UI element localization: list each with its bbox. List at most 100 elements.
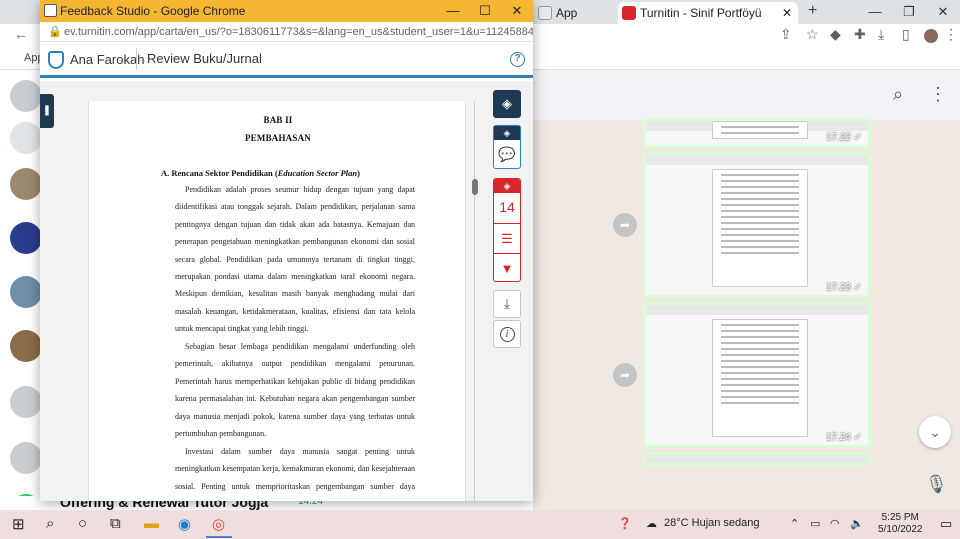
microphone-icon[interactable]: 🎙	[925, 474, 948, 495]
paragraph: Sebagian besar lembaga pendidikan mengal…	[175, 342, 415, 439]
search-icon[interactable]: ⌕	[46, 515, 54, 532]
similarity-score-button[interactable]: 14	[494, 193, 520, 223]
avatar[interactable]	[10, 222, 42, 254]
page-icon	[44, 4, 57, 17]
search-icon[interactable]: ⌕	[893, 84, 903, 105]
wifi-icon[interactable]: ◠	[830, 517, 840, 530]
assignment-title: Review Buku/Jurnal	[147, 51, 262, 66]
active-app-indicator	[206, 536, 232, 538]
screenshot-thumbnail	[646, 455, 868, 463]
windows-start-icon[interactable]: ⊞	[12, 515, 25, 533]
weather-icon[interactable]: ☁	[646, 517, 657, 530]
document-viewer: ❚ BAB II PEMBAHASAN A. Rencana Sektor Pe…	[40, 81, 533, 501]
avatar[interactable]	[10, 168, 42, 200]
maximize-icon[interactable]: ❐	[892, 0, 926, 24]
bookmark-apps[interactable]: App	[0, 52, 44, 64]
cortana-icon[interactable]: ○	[78, 515, 87, 532]
layers-icon: ◈	[494, 126, 520, 140]
puzzle-icon[interactable]: ✚	[854, 26, 866, 43]
side-panel-handle-icon[interactable]: ❚	[40, 94, 54, 128]
apps-icon	[538, 6, 552, 20]
network-icon[interactable]: ▭	[810, 517, 820, 530]
avatar[interactable]	[10, 276, 42, 308]
menu-kebab-icon[interactable]: ⋮	[929, 84, 947, 105]
download-icon: ⤓	[504, 296, 510, 311]
tab-turnitin[interactable]: Turnitin - Sinif Portföyü ✕	[618, 2, 798, 24]
layers-button[interactable]: ◈	[493, 90, 521, 118]
extension-icon[interactable]: ◆	[830, 26, 841, 43]
window-title-bar[interactable]: Feedback Studio - Google Chrome — ☐ ✕	[40, 0, 533, 22]
back-arrow-icon[interactable]: ←	[14, 26, 28, 42]
show-hidden-icons-icon[interactable]: ⌃	[790, 517, 799, 530]
avatar[interactable]	[10, 442, 42, 474]
windows-taskbar: ⊞ ⌕ ○ ⧉ ▬ ◉ ◎ ❓ ☁ 28°C Hujan sedang ⌃ ▭ …	[0, 510, 960, 539]
forward-icon[interactable]: ➦	[613, 213, 637, 237]
system-clock[interactable]: 5:25 PM 5/10/2022	[878, 512, 923, 536]
scroll-down-button[interactable]: ⌄	[919, 416, 951, 448]
comment-bubble-icon: 💬	[498, 146, 516, 162]
weather-text[interactable]: 28°C Hujan sedang	[664, 517, 760, 529]
chat-list-sidebar	[0, 70, 42, 526]
avatar[interactable]	[10, 330, 42, 362]
chat-header: ⌕ ⋮	[533, 70, 960, 120]
info-icon: i	[499, 327, 515, 342]
close-tab-icon[interactable]: ✕	[782, 2, 792, 24]
comment-button[interactable]: 💬	[494, 140, 520, 168]
close-icon[interactable]: ✕	[926, 0, 960, 24]
minimize-icon[interactable]: —	[437, 0, 469, 22]
tab-label: Turnitin - Sinif Portföyü	[640, 6, 762, 20]
header-divider	[136, 48, 137, 70]
image-message[interactable]: 17.22 ✓	[643, 118, 871, 148]
menu-kebab-icon[interactable]: ⋮	[944, 26, 958, 43]
message-time: 17.22 ✓	[825, 132, 862, 143]
file-explorer-icon[interactable]: ▬	[144, 515, 159, 532]
similarity-group: ◈ 14 ☰ ▼	[493, 178, 521, 282]
volume-icon[interactable]: 🔈	[850, 517, 864, 530]
help-icon[interactable]: ?	[510, 52, 525, 67]
download-button[interactable]: ⤓	[493, 290, 521, 318]
info-button[interactable]: i	[493, 320, 521, 348]
url-text[interactable]: ev.turnitin.com/app/carta/en_us/?o=18306…	[64, 26, 533, 38]
avatar[interactable]	[10, 80, 42, 112]
section-heading-text: A. Rencana Sektor Pendidikan (	[161, 168, 278, 178]
avatar[interactable]	[10, 386, 42, 418]
section-heading-italic: Education Sector Plan	[277, 168, 358, 178]
tab-label: App	[556, 6, 578, 20]
edge-browser-icon[interactable]: ◉	[178, 515, 191, 533]
match-overview-button[interactable]: ☰	[494, 223, 520, 253]
image-message[interactable]: 17.24 ✓	[643, 302, 871, 448]
document-preview	[712, 121, 808, 139]
close-icon[interactable]: ✕	[501, 0, 533, 22]
share-icon[interactable]: ⇪	[780, 26, 792, 43]
notifications-icon[interactable]: ▭	[940, 516, 952, 532]
help-icon[interactable]: ❓	[618, 517, 632, 530]
user-name: Ana Farokah	[70, 52, 145, 67]
message-time: 17.23 ✓	[825, 282, 862, 293]
clock-time: 5:25 PM	[881, 512, 919, 523]
image-message[interactable]: 17.23 ✓	[643, 152, 871, 298]
chat-conversation-panel: ⌕ ⋮ 17.22 ✓ ➦ 17.23 ✓ ➦ 17.24 ✓ ⌄ 🎙	[533, 70, 960, 510]
download-icon[interactable]: ⤓	[878, 26, 884, 43]
scroll-thumb[interactable]	[472, 179, 478, 195]
document-preview	[712, 169, 808, 287]
filter-button[interactable]: ▼	[494, 253, 520, 281]
sidepanel-icon[interactable]: ▯	[902, 26, 910, 43]
address-bar[interactable]: 🔒 ev.turnitin.com/app/carta/en_us/?o=183…	[40, 22, 533, 42]
minimize-icon[interactable]: —	[858, 0, 892, 24]
search-icon[interactable]	[10, 122, 42, 154]
section-heading: A. Rencana Sektor Pendidikan (Education …	[161, 168, 360, 178]
chrome-browser-icon[interactable]: ◎	[212, 515, 225, 533]
tab-app[interactable]: App	[534, 2, 594, 24]
chapter-title: PEMBAHASAN	[244, 133, 311, 143]
lock-icon: 🔒	[48, 26, 62, 38]
turnitin-header: Ana Farokah Review Buku/Jurnal ?	[40, 42, 533, 78]
maximize-icon[interactable]: ☐	[469, 0, 501, 22]
profile-avatar-icon[interactable]	[924, 29, 938, 43]
forward-icon[interactable]: ➦	[613, 363, 637, 387]
bookmark-star-icon[interactable]: ☆	[806, 26, 819, 43]
new-tab-icon[interactable]: +	[808, 2, 817, 20]
window-title: Feedback Studio - Google Chrome	[60, 4, 246, 18]
image-message[interactable]	[643, 452, 871, 466]
task-view-icon[interactable]: ⧉	[110, 515, 121, 532]
document-scrollbar[interactable]	[472, 101, 478, 501]
